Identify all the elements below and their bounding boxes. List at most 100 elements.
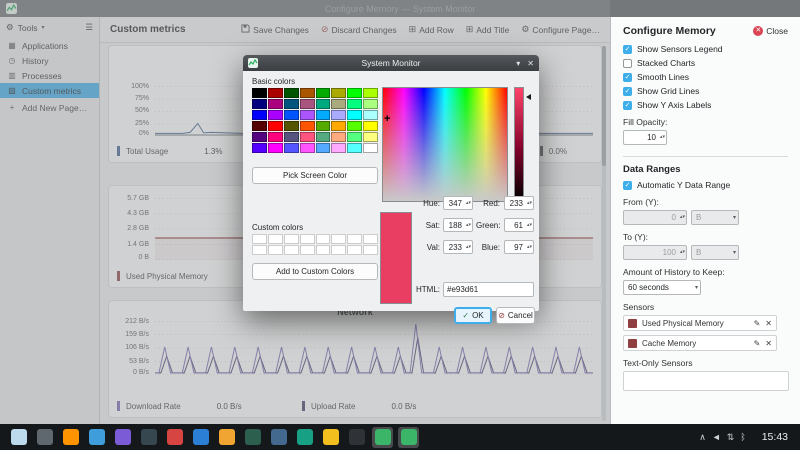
color-swatch[interactable] [315,121,331,131]
bluetooth-icon[interactable]: ᛒ [740,432,745,442]
color-swatch[interactable] [331,132,347,142]
color-swatch[interactable] [331,143,347,153]
checkbox-stacked-charts[interactable]: ✓ Stacked Charts [623,58,788,68]
discard-changes-button[interactable]: ⊘ Discard Changes [321,24,397,35]
color-swatch[interactable] [315,132,331,142]
sensor-row[interactable]: Used Physical Memory ✎ ✕ [623,315,777,331]
value-slider-handle-icon[interactable] [526,94,531,100]
text-only-sensors-area[interactable] [623,371,789,391]
color-swatch[interactable] [267,121,283,131]
color-swatch[interactable] [267,99,283,109]
from-y-unit-dropdown[interactable]: B ▾ [691,210,739,225]
to-y-spinbox[interactable]: ▴▾ [623,245,687,260]
color-swatch[interactable] [283,132,299,142]
color-swatch[interactable] [252,99,267,109]
system-monitor-dialog-icon[interactable] [398,426,419,448]
color-swatch[interactable] [252,132,267,142]
color-swatch[interactable] [347,121,363,131]
color-swatch[interactable] [267,234,283,244]
dialog-minimize-icon[interactable]: ▾ [516,59,520,68]
window-titlebar[interactable]: Configure Memory — System Monitor [0,0,800,17]
color-swatch[interactable] [347,245,363,255]
app-purple-icon[interactable] [112,427,133,448]
checkbox-show-sensors-legend[interactable]: ✓ Show Sensors Legend [623,44,788,54]
app-dark-icon[interactable] [138,427,159,448]
clock[interactable]: 15:43 [762,431,788,443]
color-swatch[interactable] [347,99,363,109]
sidebar-item-applications[interactable]: ▦ Applications [0,38,99,53]
color-swatch[interactable] [347,110,363,120]
app-orange-icon[interactable] [216,427,237,448]
color-swatch[interactable] [252,121,267,131]
color-swatch[interactable] [315,110,331,120]
color-swatch[interactable] [283,245,299,255]
color-swatch[interactable] [363,245,378,255]
color-swatch[interactable] [331,88,347,98]
system-monitor-icon[interactable] [372,426,393,448]
from-y-spinbox[interactable]: ▴▾ [623,210,687,225]
fill-opacity-spinbox[interactable]: ▴▾ [623,130,667,145]
hamburger-menu-icon[interactable]: ☰ [85,22,93,33]
to-y-value[interactable] [624,246,686,259]
color-swatch[interactable] [267,110,283,120]
color-swatch[interactable] [347,234,363,244]
tools-menu[interactable]: ⚙ Tools ▾ ☰ [0,17,99,38]
sat-spinbox[interactable]: ▴▾ [443,218,473,232]
color-swatch[interactable] [315,143,331,153]
sidebar-item-add-new-page[interactable]: + Add New Page… [0,100,99,115]
green-spinbox[interactable]: ▴▾ [504,218,534,232]
color-swatch[interactable] [363,132,378,142]
blue-spinbox[interactable]: ▴▾ [504,240,534,254]
color-swatch[interactable] [315,245,331,255]
color-swatch[interactable] [252,88,267,98]
checkbox-show-grid-lines[interactable]: ✓ Show Grid Lines [623,86,788,96]
add-title-button[interactable]: ⊞ Add Title [466,24,510,35]
color-swatch[interactable] [331,234,347,244]
pick-screen-color-button[interactable]: Pick Screen Color [252,167,378,184]
spinner-arrows-icon[interactable]: ▴▾ [660,131,665,144]
sidebar-item-history[interactable]: ◷ History [0,53,99,68]
color-swatch[interactable] [267,132,283,142]
ok-button[interactable]: ✓ OK [454,307,492,324]
color-swatch[interactable] [283,143,299,153]
value-slider[interactable] [514,87,524,202]
firefox-icon[interactable] [60,427,81,448]
dialog-titlebar[interactable]: System Monitor ▾ ✕ [243,55,539,71]
terminal-icon[interactable] [346,427,367,448]
sensor-row[interactable]: Cache Memory ✎ ✕ [623,335,777,351]
app-blue-icon[interactable] [190,427,211,448]
html-color-input[interactable] [443,282,534,297]
edit-sensor-icon[interactable]: ✎ [754,319,761,328]
tray-expand-icon[interactable]: ∧ [699,432,706,443]
spinner-arrows-icon[interactable]: ▴▾ [466,241,471,253]
spinner-arrows-icon[interactable]: ▴▾ [680,211,685,224]
color-swatch[interactable] [299,234,315,244]
color-swatch[interactable] [252,234,267,244]
color-swatch[interactable] [363,234,378,244]
color-swatch[interactable] [299,110,315,120]
color-swatch[interactable] [347,88,363,98]
file-manager-icon[interactable] [86,427,107,448]
spinner-arrows-icon[interactable]: ▴▾ [466,197,471,209]
color-swatch[interactable] [315,99,331,109]
color-swatch[interactable] [347,143,363,153]
color-swatch[interactable] [299,245,315,255]
color-swatch[interactable] [267,245,283,255]
color-swatch[interactable] [299,121,315,131]
cancel-button[interactable]: ⊘ Cancel [496,307,535,324]
red-spinbox[interactable]: ▴▾ [504,196,534,210]
close-panel-button[interactable]: ✕ Close [753,26,788,36]
app-red-icon[interactable] [164,427,185,448]
volume-icon[interactable]: ◄ [712,432,721,442]
color-swatch[interactable] [299,143,315,153]
dialog-close-icon[interactable]: ✕ [527,59,534,68]
spinner-arrows-icon[interactable]: ▴▾ [680,246,685,259]
val-spinbox[interactable]: ▴▾ [443,240,473,254]
color-swatch[interactable] [283,121,299,131]
to-y-unit-dropdown[interactable]: B ▾ [691,245,739,260]
sensor-color-swatch[interactable] [628,318,637,328]
app-darkgreen-icon[interactable] [242,427,263,448]
color-swatch[interactable] [252,110,267,120]
color-swatch[interactable] [331,99,347,109]
color-swatch[interactable] [363,121,378,131]
